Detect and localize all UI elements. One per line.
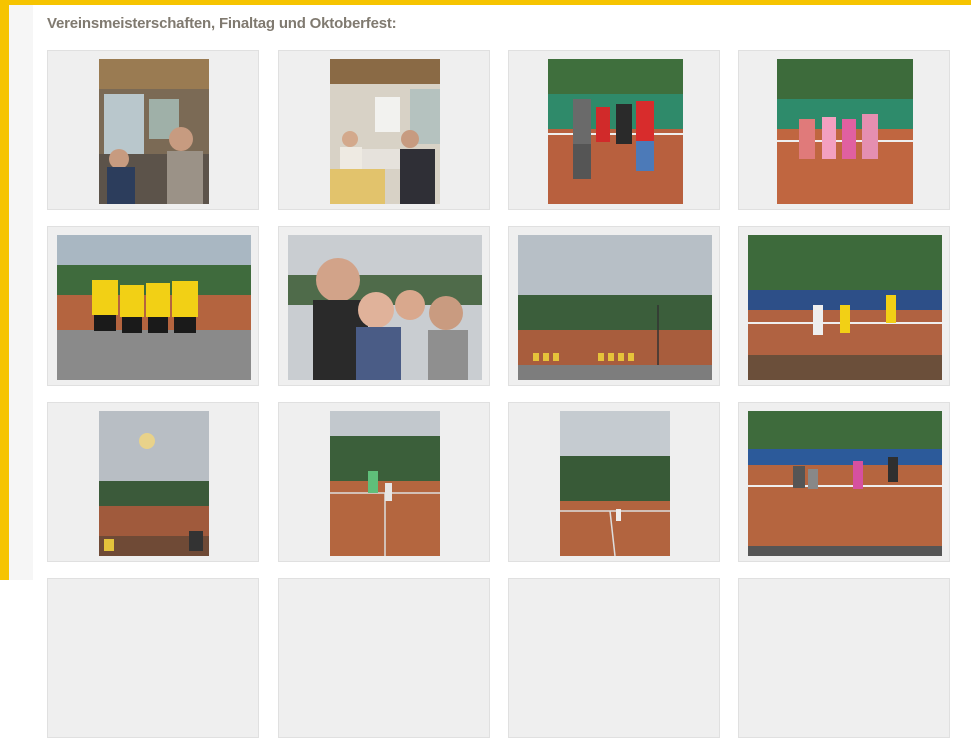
gallery-photo-16[interactable] — [738, 578, 950, 738]
gallery-photo-7[interactable] — [508, 226, 720, 386]
gallery-photo-9[interactable] — [47, 402, 259, 562]
gallery-photo-12[interactable] — [738, 402, 950, 562]
photo-court-with-net — [748, 411, 942, 556]
photo-players-on-court — [777, 59, 913, 204]
gallery-photo-1[interactable] — [47, 50, 259, 210]
gallery-photo-10[interactable] — [278, 402, 490, 562]
gallery-photo-13[interactable] — [47, 578, 259, 738]
gallery-photo-11[interactable] — [508, 402, 720, 562]
photo-clubhouse-interior — [99, 59, 209, 204]
photo-sunset-sky — [99, 411, 209, 556]
photo-team-yellow-shirts — [57, 235, 251, 380]
gallery-photo-3[interactable] — [508, 50, 720, 210]
content-panel: Vereinsmeisterschaften, Finaltag und Okt… — [33, 5, 971, 738]
photo-clubhouse-interior — [330, 59, 440, 204]
gallery-photo-5[interactable] — [47, 226, 259, 386]
gallery-photo-15[interactable] — [508, 578, 720, 738]
photo-player-on-court — [330, 411, 440, 556]
gallery-photo-2[interactable] — [278, 50, 490, 210]
photo-court-with-trees — [560, 411, 670, 556]
left-accent-bar — [0, 0, 9, 580]
gallery-heading: Vereinsmeisterschaften, Finaltag und Okt… — [47, 15, 397, 32]
gallery-photo-14[interactable] — [278, 578, 490, 738]
photo-group-selfie — [288, 235, 482, 380]
gallery-photo-4[interactable] — [738, 50, 950, 210]
photo-empty-courts — [518, 235, 712, 380]
left-gutter — [9, 5, 33, 580]
photo-players-on-court — [548, 59, 683, 204]
gallery-photo-6[interactable] — [278, 226, 490, 386]
gallery-photo-8[interactable] — [738, 226, 950, 386]
photo-players-at-net — [748, 235, 942, 380]
